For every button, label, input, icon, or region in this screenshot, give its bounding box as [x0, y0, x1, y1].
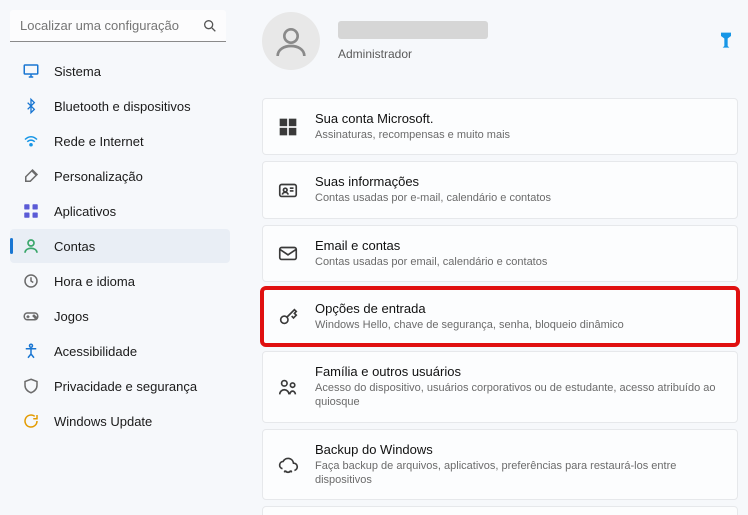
sidebar-item-label: Jogos: [54, 309, 89, 324]
sidebar-item-personalizacao[interactable]: Personalização: [10, 159, 230, 193]
monitor-icon: [22, 62, 40, 80]
card-title: Suas informações: [315, 174, 551, 189]
gamepad-icon: [22, 307, 40, 325]
sidebar-item-label: Aplicativos: [54, 204, 116, 219]
avatar: [262, 12, 320, 70]
card-title: Email e contas: [315, 238, 547, 253]
update-icon: [22, 412, 40, 430]
main-content: Administrador Sua conta Microsoft. Assin…: [238, 0, 748, 515]
microsoft-logo-icon: [277, 116, 299, 138]
clock-globe-icon: [22, 272, 40, 290]
sidebar-item-sistema[interactable]: Sistema: [10, 54, 230, 88]
card-signin-options[interactable]: Opções de entrada Windows Hello, chave d…: [262, 288, 738, 345]
sidebar-item-aplicativos[interactable]: Aplicativos: [10, 194, 230, 228]
sidebar-item-privacidade[interactable]: Privacidade e segurança: [10, 369, 230, 403]
card-backup[interactable]: Backup do Windows Faça backup de arquivo…: [262, 429, 738, 501]
sidebar-item-bluetooth[interactable]: Bluetooth e dispositivos: [10, 89, 230, 123]
profile-role: Administrador: [338, 47, 488, 61]
card-sub: Contas usadas por e-mail, calendário e c…: [315, 191, 551, 205]
card-sub: Faça backup de arquivos, aplicativos, pr…: [315, 459, 723, 488]
apps-icon: [22, 202, 40, 220]
sidebar: Sistema Bluetooth e dispositivos Rede e …: [0, 0, 238, 515]
sidebar-item-update[interactable]: Windows Update: [10, 404, 230, 438]
search-icon: [202, 18, 218, 34]
family-icon: [277, 376, 299, 398]
sidebar-item-label: Privacidade e segurança: [54, 379, 197, 394]
sidebar-item-acessibilidade[interactable]: Acessibilidade: [10, 334, 230, 368]
search-input[interactable]: [10, 10, 226, 42]
person-icon: [22, 237, 40, 255]
card-title: Família e outros usuários: [315, 364, 723, 379]
sidebar-item-label: Bluetooth e dispositivos: [54, 99, 191, 114]
mail-icon: [277, 242, 299, 264]
profile-header: Administrador: [262, 8, 738, 70]
sidebar-item-label: Rede e Internet: [54, 134, 144, 149]
paintbrush-icon: [22, 167, 40, 185]
sidebar-item-label: Sistema: [54, 64, 101, 79]
card-family-users[interactable]: Família e outros usuários Acesso do disp…: [262, 351, 738, 423]
sidebar-item-label: Personalização: [54, 169, 143, 184]
sidebar-item-label: Acessibilidade: [54, 344, 137, 359]
id-card-icon: [277, 179, 299, 201]
shield-icon: [22, 377, 40, 395]
sidebar-item-rede[interactable]: Rede e Internet: [10, 124, 230, 158]
card-microsoft-account[interactable]: Sua conta Microsoft. Assinaturas, recomp…: [262, 98, 738, 155]
sidebar-item-label: Contas: [54, 239, 95, 254]
card-your-info[interactable]: Suas informações Contas usadas por e-mai…: [262, 161, 738, 218]
card-work-school[interactable]: Acessar trabalho ou escola Recursos da o…: [262, 506, 738, 515]
sidebar-item-label: Hora e idioma: [54, 274, 135, 289]
accessibility-icon: [22, 342, 40, 360]
card-title: Opções de entrada: [315, 301, 624, 316]
cloud-sync-icon: [277, 454, 299, 476]
bluetooth-icon: [22, 97, 40, 115]
sidebar-item-jogos[interactable]: Jogos: [10, 299, 230, 333]
rewards-icon[interactable]: [716, 30, 736, 52]
sidebar-item-label: Windows Update: [54, 414, 152, 429]
profile-name-redacted: [338, 21, 488, 39]
card-email-accounts[interactable]: Email e contas Contas usadas por email, …: [262, 225, 738, 282]
wifi-icon: [22, 132, 40, 150]
card-sub: Acesso do dispositivo, usuários corporat…: [315, 381, 723, 410]
nav-list: Sistema Bluetooth e dispositivos Rede e …: [8, 54, 232, 438]
card-title: Backup do Windows: [315, 442, 723, 457]
card-sub: Contas usadas por email, calendário e co…: [315, 255, 547, 269]
card-sub: Assinaturas, recompensas e muito mais: [315, 128, 510, 142]
sidebar-item-contas[interactable]: Contas: [10, 229, 230, 263]
card-title: Sua conta Microsoft.: [315, 111, 510, 126]
key-icon: [277, 306, 299, 328]
sidebar-item-hora[interactable]: Hora e idioma: [10, 264, 230, 298]
card-sub: Windows Hello, chave de segurança, senha…: [315, 318, 624, 332]
search-box[interactable]: [10, 10, 226, 42]
